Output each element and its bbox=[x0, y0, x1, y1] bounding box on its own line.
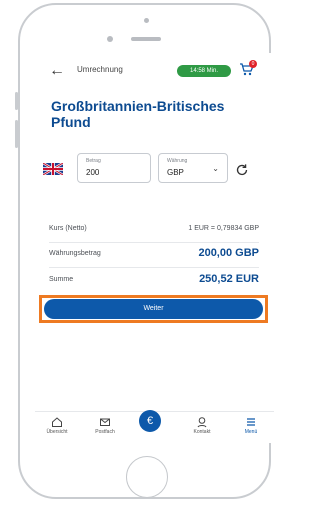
app-screen: ← Umrechnung 14:58 Min. 0 Großbritannien… bbox=[35, 53, 274, 443]
cart-badge: 0 bbox=[249, 60, 257, 68]
menu-icon bbox=[247, 418, 255, 426]
currency-heading: Großbritannien-Britisches Pfund bbox=[51, 98, 256, 130]
rate-value: 1 EUR = 0,79834 GBP bbox=[188, 225, 259, 232]
sensor bbox=[107, 36, 113, 42]
page-title: Umrechnung bbox=[77, 65, 123, 74]
refresh-icon[interactable] bbox=[235, 163, 249, 177]
currency-label: Währung bbox=[167, 158, 188, 164]
rate-row: Kurs (Netto) 1 EUR = 0,79834 GBP bbox=[49, 220, 259, 240]
mail-icon bbox=[100, 418, 110, 426]
rate-label: Kurs (Netto) bbox=[49, 225, 87, 232]
nav-label: Übersicht bbox=[46, 429, 68, 435]
amount-value: 200 bbox=[86, 168, 100, 177]
amount-field[interactable]: Betrag 200 bbox=[77, 153, 151, 183]
amount-row: Währungsbetrag 200,00 GBP bbox=[49, 245, 259, 265]
bottom-nav: Übersicht Postfach € Kontakt Menü bbox=[35, 410, 274, 443]
camera bbox=[144, 18, 149, 23]
chevron-down-icon: ⌄ bbox=[212, 164, 219, 173]
contact-icon bbox=[197, 417, 207, 428]
total-label: Summe bbox=[49, 276, 74, 283]
total-row: Summe 250,52 EUR bbox=[49, 271, 259, 291]
cart-button[interactable]: 0 bbox=[238, 60, 257, 79]
currency-select[interactable]: Währung GBP ⌄ bbox=[158, 153, 228, 183]
divider bbox=[49, 242, 259, 243]
nav-item-mailbox[interactable]: Postfach bbox=[85, 416, 125, 435]
uk-flag-icon bbox=[43, 163, 63, 175]
converted-amount-value: 200,00 GBP bbox=[198, 247, 259, 259]
speaker bbox=[131, 37, 161, 41]
side-button bbox=[15, 120, 18, 148]
heading-line2: Pfund bbox=[51, 114, 91, 130]
nav-item-menu[interactable]: Menü bbox=[231, 416, 271, 435]
nav-label: Menü bbox=[244, 429, 258, 435]
nav-label: Postfach bbox=[95, 429, 115, 435]
euro-icon[interactable]: € bbox=[139, 410, 161, 432]
converted-amount-label: Währungsbetrag bbox=[49, 250, 101, 257]
total-value: 250,52 EUR bbox=[199, 273, 259, 285]
nav-item-overview[interactable]: Übersicht bbox=[37, 416, 77, 435]
home-icon bbox=[52, 417, 62, 427]
heading-line1: Großbritannien-Britisches bbox=[51, 98, 225, 114]
continue-button[interactable]: Weiter bbox=[44, 299, 263, 319]
nav-item-contact[interactable]: Kontakt bbox=[182, 416, 222, 435]
currency-value: GBP bbox=[167, 168, 184, 177]
home-button[interactable] bbox=[126, 456, 168, 498]
nav-label: Kontakt bbox=[193, 429, 211, 435]
top-bar: ← Umrechnung 14:58 Min. 0 bbox=[35, 60, 274, 81]
session-timer: 14:58 Min. bbox=[177, 65, 231, 77]
amount-label: Betrag bbox=[86, 158, 101, 164]
divider bbox=[49, 267, 259, 268]
side-button bbox=[15, 92, 18, 110]
back-arrow-icon[interactable]: ← bbox=[49, 61, 65, 81]
